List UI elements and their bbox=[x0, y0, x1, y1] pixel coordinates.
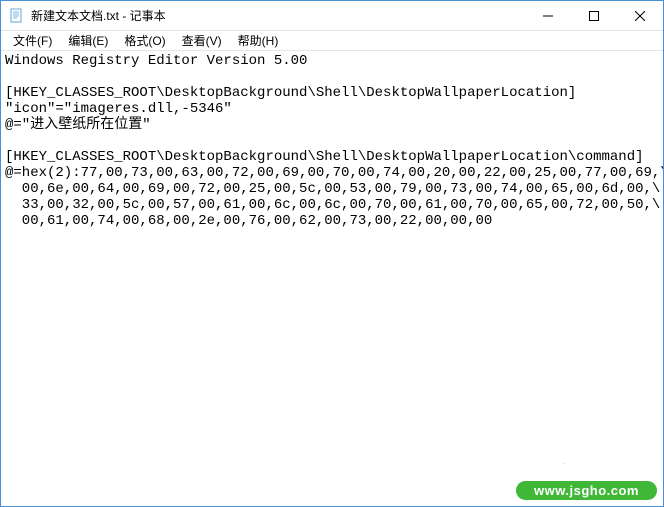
menu-file[interactable]: 文件(F) bbox=[5, 31, 60, 50]
text-area[interactable]: Windows Registry Editor Version 5.00 [HK… bbox=[1, 51, 663, 506]
menubar: 文件(F) 编辑(E) 格式(O) 查看(V) 帮助(H) bbox=[1, 31, 663, 51]
menu-view[interactable]: 查看(V) bbox=[174, 31, 230, 50]
menu-edit[interactable]: 编辑(E) bbox=[60, 31, 116, 50]
menu-format[interactable]: 格式(O) bbox=[116, 31, 173, 50]
maximize-button[interactable] bbox=[571, 1, 617, 30]
close-button[interactable] bbox=[617, 1, 663, 30]
window-title: 新建文本文档.txt - 记事本 bbox=[31, 7, 525, 24]
titlebar: 新建文本文档.txt - 记事本 bbox=[1, 1, 663, 31]
notepad-icon bbox=[9, 8, 25, 24]
window-controls bbox=[525, 1, 663, 30]
menu-help[interactable]: 帮助(H) bbox=[230, 31, 287, 50]
minimize-button[interactable] bbox=[525, 1, 571, 30]
